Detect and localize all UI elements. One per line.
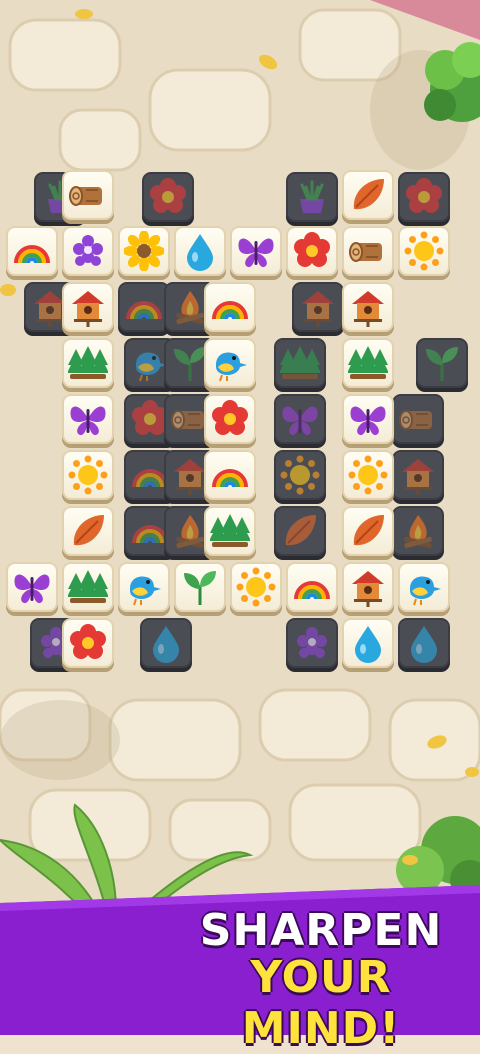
tile-leaf[interactable] [62,506,114,560]
tile-sun[interactable] [62,450,114,504]
blocked-tile-flower [398,172,450,226]
tile-trees[interactable] [62,338,114,392]
blocked-tile-butterfly [274,394,326,448]
tile-water-drop[interactable] [174,226,226,280]
banner-headline-line2: YOUR MIND! [241,952,401,1054]
tile-birdhouse[interactable] [342,562,394,616]
tile-bird[interactable] [398,562,450,616]
tile-grapes[interactable] [62,226,114,280]
blocked-tile-sun [274,450,326,504]
tile-sun[interactable] [398,226,450,280]
tile-bird[interactable] [118,562,170,616]
blocked-tile-campfire [392,506,444,560]
blocked-tile-water-drop [398,618,450,672]
tile-leaf[interactable] [342,170,394,224]
tile-sun[interactable] [230,562,282,616]
tile-bird[interactable] [204,338,256,392]
tile-trees[interactable] [62,562,114,616]
tile-sun[interactable] [342,450,394,504]
tile-rainbow[interactable] [204,282,256,336]
tile-butterfly[interactable] [342,394,394,448]
blocked-tile-grapes [286,618,338,672]
tile-log[interactable] [342,226,394,280]
blocked-tile-leaf [274,506,326,560]
banner-headline-line1: SHARPEN [199,905,443,956]
tile-rainbow[interactable] [6,226,58,280]
tile-sprout[interactable] [174,562,226,616]
tile-butterfly[interactable] [230,226,282,280]
blocked-tile-grass-pot [286,172,338,226]
blocked-tile-birdhouse [392,450,444,504]
tile-rainbow[interactable] [286,562,338,616]
tile-sunflower[interactable] [118,226,170,280]
blocked-tile-trees [274,338,326,392]
tile-leaf[interactable] [342,506,394,560]
tile-birdhouse[interactable] [342,282,394,336]
blocked-tile-flower [142,172,194,226]
blocked-tile-water-drop [140,618,192,672]
tile-butterfly[interactable] [62,394,114,448]
tile-rainbow[interactable] [204,450,256,504]
blocked-tile-rainbow [118,282,170,336]
tile-birdhouse[interactable] [62,282,114,336]
tile-butterfly[interactable] [6,562,58,616]
tile-flower[interactable] [204,394,256,448]
blocked-tile-birdhouse [292,282,344,336]
tile-trees[interactable] [342,338,394,392]
blocked-tile-log [392,394,444,448]
tile-flower[interactable] [286,226,338,280]
tile-water-drop[interactable] [342,618,394,672]
tile-log[interactable] [62,170,114,224]
blocked-tile-sprout [416,338,468,392]
tile-trees[interactable] [204,506,256,560]
tile-flower[interactable] [62,618,114,672]
